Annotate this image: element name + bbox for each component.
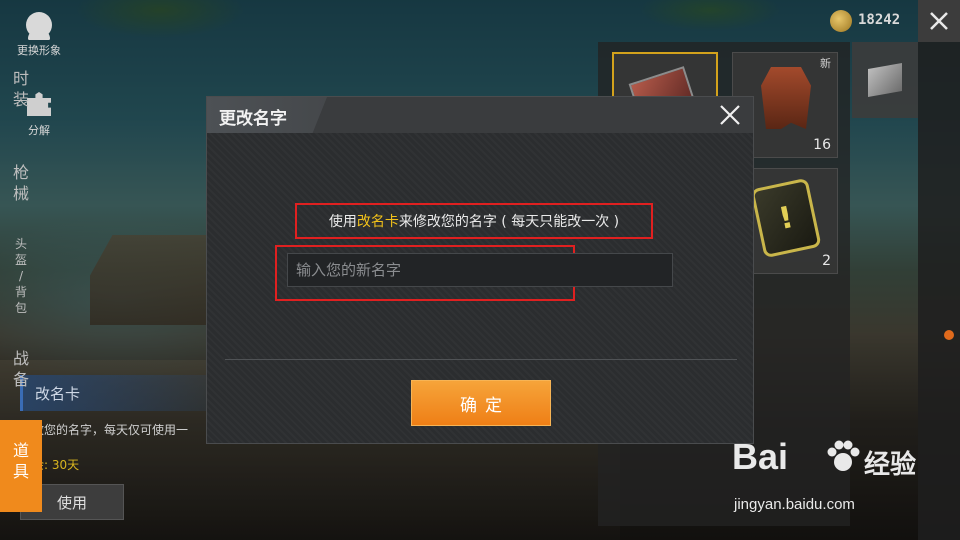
dialog-title: 更改名字 xyxy=(219,109,287,129)
new-badge: 新 xyxy=(820,57,831,70)
item-count: 16 xyxy=(813,137,831,153)
avatar-icon xyxy=(26,12,52,40)
dialog-divider xyxy=(225,359,737,360)
dialog-instructions: 使用 改名卡 来修改您的名字 ( 每天只能改一次 ) xyxy=(295,203,653,239)
category-label: 时 装 xyxy=(12,69,29,109)
category-equipment[interactable]: 战 备 xyxy=(0,348,42,390)
category-fashion[interactable]: 时 装 xyxy=(0,68,42,110)
outfit-icon xyxy=(761,67,811,129)
currency-amount: 18242 xyxy=(858,12,901,28)
confirm-button[interactable]: 确定 xyxy=(411,380,551,426)
item-name-panel: 改名卡 xyxy=(20,375,206,411)
paw-icon xyxy=(827,440,860,471)
notification-dot xyxy=(944,330,954,340)
item-description: 更改您的名字，每天仅可使用一次。 xyxy=(20,423,189,454)
close-icon xyxy=(720,105,740,125)
watermark-url: jingyan.baidu.com xyxy=(734,496,855,513)
coin-icon xyxy=(830,10,852,32)
category-label: 枪 械 xyxy=(12,163,29,203)
decompose-label: 分解 xyxy=(28,124,50,137)
crate-icon xyxy=(868,63,902,97)
item-count: 2 xyxy=(822,253,831,269)
crate-button[interactable] xyxy=(852,42,918,118)
watermark-cn: 经验 xyxy=(864,450,917,480)
category-label: 战 备 xyxy=(12,349,29,389)
change-look-button[interactable]: 更换形象 xyxy=(8,12,70,58)
change-look-label: 更换形象 xyxy=(17,44,61,57)
badge-icon: ! xyxy=(750,177,822,259)
baidu-watermark: Bai 经验 jingyan.baidu.com xyxy=(732,436,922,526)
new-name-input[interactable] xyxy=(287,253,673,287)
category-items[interactable]: 道 具 xyxy=(0,420,42,512)
instruction-suffix: 来修改您的名字 ( 每天只能改一次 ) xyxy=(398,214,620,230)
dialog-close-button[interactable] xyxy=(715,101,745,129)
category-guns[interactable]: 枪 械 xyxy=(0,162,42,204)
use-button-label: 使用 xyxy=(56,493,87,512)
category-label: 头 盔 / 背 包 xyxy=(14,237,27,315)
close-icon xyxy=(930,12,948,30)
rename-dialog: 更改名字 使用 改名卡 来修改您的名字 ( 每天只能改一次 ) 确定 xyxy=(206,96,754,444)
watermark-logo: Bai xyxy=(732,436,789,477)
confirm-label: 确定 xyxy=(460,395,510,416)
instruction-item-name: 改名卡 xyxy=(356,214,399,230)
category-nav xyxy=(918,42,960,540)
category-label: 道 具 xyxy=(12,441,29,481)
category-helmet-backpack[interactable]: 头 盔 / 背 包 xyxy=(0,236,42,316)
close-screen-button[interactable] xyxy=(918,0,960,42)
instruction-prefix: 使用 xyxy=(328,214,357,230)
